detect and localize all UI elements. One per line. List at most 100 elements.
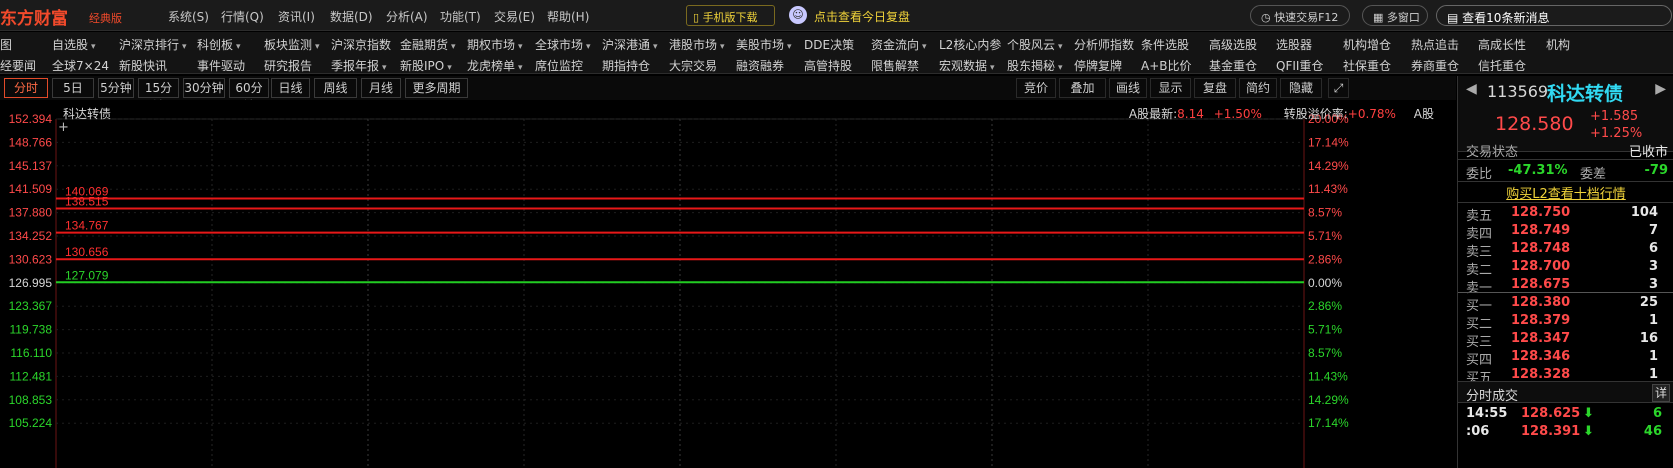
- nav-item[interactable]: 券商重仓: [1411, 57, 1459, 74]
- y-tick-label: 105.224: [9, 416, 53, 430]
- price-change: +1.585: [1590, 109, 1639, 124]
- asks-row[interactable]: 卖四 128.749 7: [1458, 222, 1673, 242]
- nav-item[interactable]: 限售解禁: [871, 57, 919, 74]
- bids-row[interactable]: 买四 128.346 1: [1458, 348, 1673, 368]
- bids-row[interactable]: 买一 128.380 25: [1458, 294, 1673, 314]
- quick-trade-button[interactable]: ◷ 快速交易F12: [1250, 5, 1350, 26]
- period-2[interactable]: 5分钟: [98, 78, 134, 98]
- period-7[interactable]: 周线: [314, 78, 357, 98]
- nav-item[interactable]: 全球市场 ▾: [535, 36, 591, 53]
- nav-item[interactable]: 高管持股: [804, 57, 852, 74]
- menu-system[interactable]: 系统(S): [168, 8, 209, 25]
- nav-item[interactable]: 沪深京指数: [331, 36, 391, 53]
- nav-item[interactable]: 社保重仓: [1343, 57, 1391, 74]
- period-0[interactable]: 分时: [4, 78, 48, 98]
- news-button[interactable]: ▤ 查看10条新消息: [1436, 5, 1672, 26]
- period-4[interactable]: 30分钟: [183, 78, 225, 98]
- intraday-chart[interactable]: 152.394 20.00% 148.766 17.14% 145.137 14.29% 1…: [0, 100, 1456, 468]
- prev-arrow-icon[interactable]: ◀: [1466, 81, 1477, 97]
- nav-item[interactable]: 条件选股: [1141, 36, 1189, 53]
- nav-item[interactable]: 板块监测 ▾: [264, 36, 320, 53]
- nav-item[interactable]: 热点追击: [1411, 36, 1459, 53]
- tool-6[interactable]: 隐藏: [1280, 78, 1322, 98]
- nav-item[interactable]: 经要闻: [0, 57, 36, 74]
- nav-item[interactable]: 期指持仓: [602, 57, 650, 74]
- nav-item[interactable]: 图: [0, 36, 12, 53]
- phone-download-button[interactable]: ▯ 手机版下载: [686, 5, 775, 26]
- nav-item[interactable]: 大宗交易: [669, 57, 717, 74]
- bids-row[interactable]: 买二 128.379 1: [1458, 312, 1673, 332]
- nav-item[interactable]: 沪深京排行 ▾: [119, 36, 187, 53]
- a-share-tag[interactable]: A股: [1414, 107, 1434, 121]
- nav-item[interactable]: 沪深港通 ▾: [602, 36, 658, 53]
- tool-1[interactable]: 叠加: [1059, 78, 1106, 98]
- clock-icon: ◷: [1261, 11, 1271, 24]
- nav-item[interactable]: 机构增仓: [1343, 36, 1391, 53]
- tool-3[interactable]: 显示: [1150, 78, 1191, 98]
- next-arrow-icon[interactable]: ▶: [1655, 81, 1666, 97]
- nav-item[interactable]: 个股风云 ▾: [1007, 36, 1063, 53]
- nav-item[interactable]: 新股快讯: [119, 57, 167, 74]
- menu-data[interactable]: 数据(D): [330, 8, 373, 25]
- nav-item[interactable]: QFII重仓: [1276, 57, 1323, 74]
- multi-window-button[interactable]: ▦ 多窗口: [1362, 5, 1428, 26]
- fullscreen-icon[interactable]: ⤢: [1328, 78, 1349, 98]
- menu-trade[interactable]: 交易(E): [494, 8, 535, 25]
- asks-row[interactable]: 卖三 128.748 6: [1458, 240, 1673, 260]
- nav-item[interactable]: L2核心内参: [939, 36, 1001, 53]
- nav-item[interactable]: 金融期货 ▾: [400, 36, 456, 53]
- nav-item[interactable]: 自选股 ▾: [52, 36, 96, 53]
- nav-item[interactable]: 研究报告: [264, 57, 312, 74]
- security-code: 113569: [1487, 82, 1549, 101]
- nav-item[interactable]: 季报年报 ▾: [331, 57, 387, 74]
- nav-item[interactable]: 高级选股: [1209, 36, 1257, 53]
- tool-2[interactable]: 画线: [1109, 78, 1147, 98]
- menu-analysis[interactable]: 分析(A): [386, 8, 428, 25]
- period-3[interactable]: 15分钟: [138, 78, 179, 113]
- nav-item[interactable]: 席位监控: [535, 57, 583, 74]
- l2-purchase-link[interactable]: 购买L2查看十档行情: [1458, 183, 1673, 202]
- daily-review-link[interactable]: 点击查看今日复盘: [814, 8, 910, 25]
- trades-detail-button[interactable]: 详: [1652, 384, 1670, 402]
- nav-item[interactable]: 基金重仓: [1209, 57, 1257, 74]
- nav-item[interactable]: 事件驱动: [197, 57, 245, 74]
- nav-item-label: 科创板: [197, 38, 234, 52]
- nav-item[interactable]: 资金流向 ▾: [871, 36, 927, 53]
- nav-item[interactable]: 龙虎榜单 ▾: [467, 57, 523, 74]
- nav-item[interactable]: 期权市场 ▾: [467, 36, 523, 53]
- period-1[interactable]: 5日: [52, 78, 94, 98]
- nav-item[interactable]: 高成长性: [1478, 36, 1526, 53]
- nav-item[interactable]: DDE决策: [804, 36, 854, 53]
- nav-item[interactable]: 新股IPO ▾: [400, 57, 452, 74]
- menu-function[interactable]: 功能(T): [440, 8, 481, 25]
- nav-item[interactable]: 选股器: [1276, 36, 1312, 53]
- period-6[interactable]: 日线: [271, 78, 310, 98]
- nav-item[interactable]: 港股市场 ▾: [669, 36, 725, 53]
- nav-item[interactable]: 分析师指数: [1074, 36, 1134, 53]
- tool-4[interactable]: 复盘: [1194, 78, 1236, 98]
- nav-item[interactable]: A+B比价: [1141, 57, 1192, 74]
- robot-icon[interactable]: ☺: [789, 6, 807, 24]
- period-9[interactable]: 更多周期: [405, 78, 468, 98]
- nav-item[interactable]: 美股市场 ▾: [736, 36, 792, 53]
- nav-item[interactable]: 信托重仓: [1478, 57, 1526, 74]
- nav-item[interactable]: 机构: [1546, 36, 1570, 53]
- tool-5[interactable]: 简约: [1239, 78, 1277, 98]
- menu-info[interactable]: 资讯(I): [278, 8, 315, 25]
- nav-item[interactable]: 融资融券: [736, 57, 784, 74]
- asks-row[interactable]: 卖五 128.750 104: [1458, 204, 1673, 224]
- asks-row[interactable]: 卖二 128.700 3: [1458, 258, 1673, 278]
- nav-item[interactable]: 宏观数据 ▾: [939, 57, 995, 74]
- nav-item[interactable]: 全球7×24: [52, 57, 109, 74]
- nav-item[interactable]: 停牌复牌: [1074, 57, 1122, 74]
- nav-item[interactable]: 科创板 ▾: [197, 36, 241, 53]
- tool-0[interactable]: 竞价: [1016, 78, 1056, 98]
- chart-canvas[interactable]: 152.394 20.00%148.766 17.14%145.137 14.29%1…: [0, 100, 1456, 468]
- bids-row[interactable]: 买三 128.347 16: [1458, 330, 1673, 350]
- nav-item[interactable]: 股东揭秘 ▾: [1007, 57, 1063, 74]
- period-5[interactable]: 60分钟: [229, 78, 269, 113]
- period-8[interactable]: 月线: [361, 78, 401, 98]
- menu-help[interactable]: 帮助(H): [547, 8, 589, 25]
- trade-price: 128.391: [1521, 424, 1581, 439]
- menu-quotes[interactable]: 行情(Q): [221, 8, 264, 25]
